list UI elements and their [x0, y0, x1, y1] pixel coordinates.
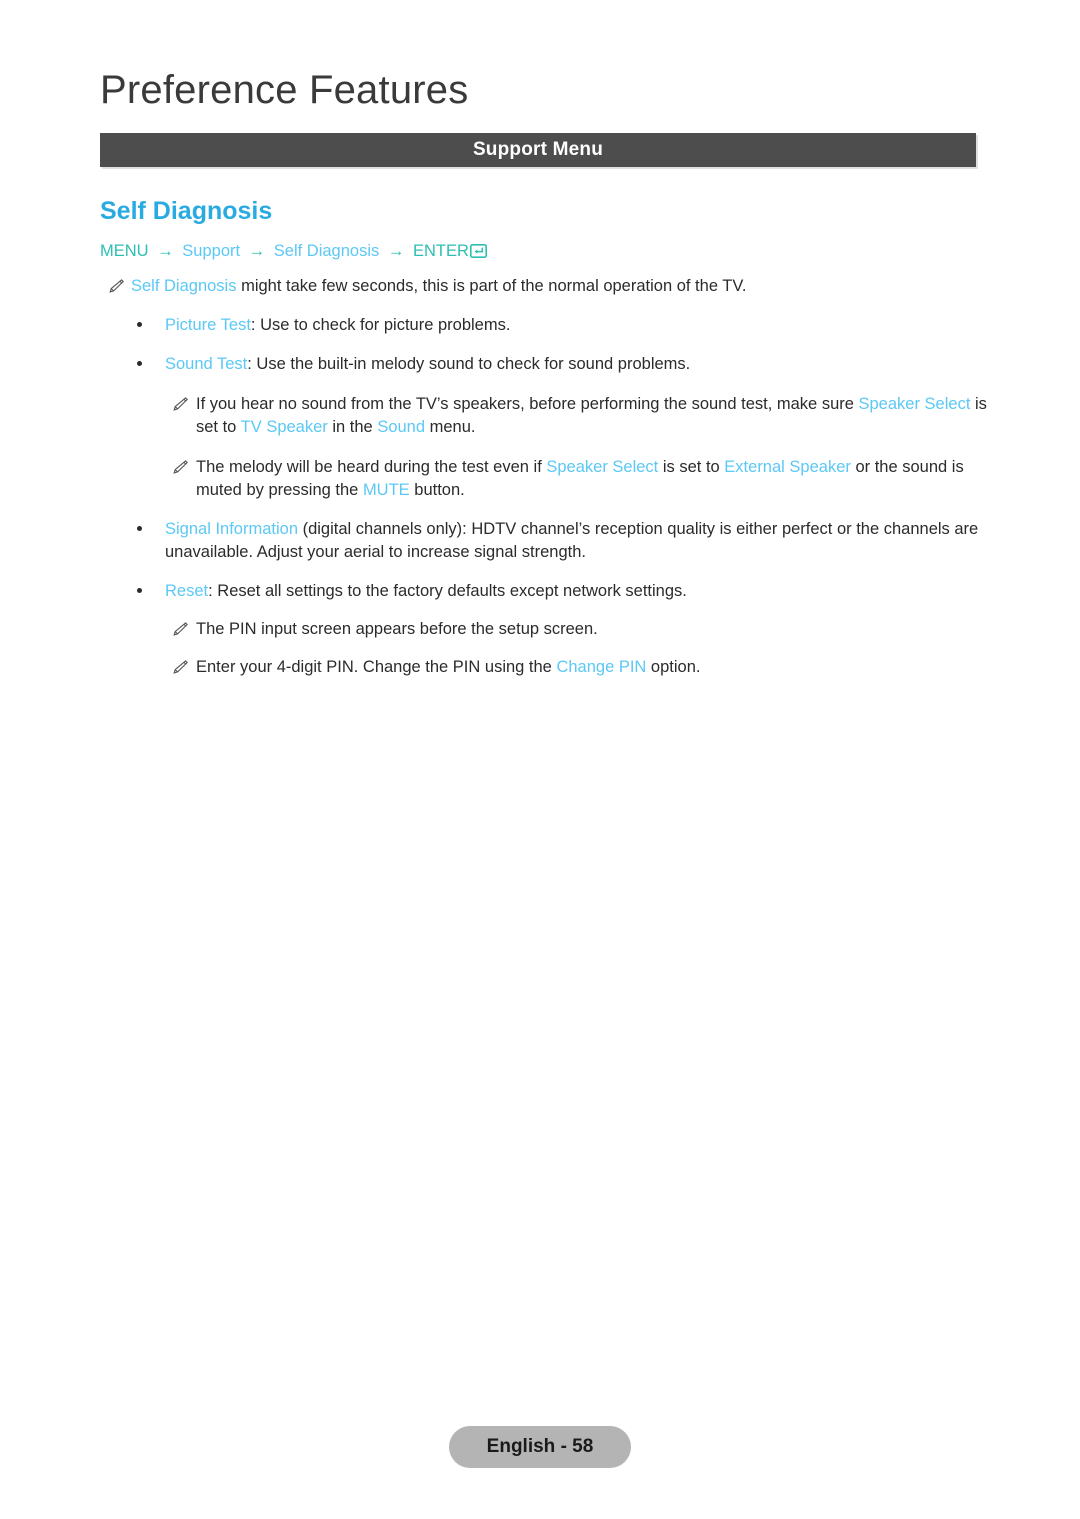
bullet-sound-test-text: : Use the built-in melody sound to check… — [247, 355, 691, 373]
note-part-2: option. — [646, 658, 701, 676]
note-part-4: button. — [409, 481, 465, 499]
menu-path-step-self-diagnosis: Self Diagnosis — [273, 242, 380, 260]
note-part-1: Enter your 4-digit PIN. Change the PIN u… — [196, 658, 557, 676]
pencil-note-icon — [172, 659, 189, 675]
note-part-1: The melody will be heard during the test… — [196, 458, 547, 476]
bullet-dot-icon — [137, 361, 142, 366]
arrow-right-icon: → — [157, 242, 174, 260]
note-highlight-speaker-select: Speaker Select — [546, 458, 659, 476]
note-pin-change-text: Enter your 4-digit PIN. Change the PIN u… — [196, 656, 992, 679]
note-highlight-speaker-select: Speaker Select — [858, 395, 971, 413]
note-highlight-external-speaker: External Speaker — [724, 458, 851, 476]
note-part-3: in the — [327, 418, 378, 436]
arrow-right-icon: → — [387, 242, 405, 260]
topic-title: Self Diagnosis — [100, 197, 273, 225]
enter-return-icon — [469, 242, 487, 258]
note-part-2: is set to — [658, 458, 725, 476]
bullet-picture-test: Picture Test: Use to check for picture p… — [137, 314, 1010, 337]
note-intro-text: Self Diagnosis might take few seconds, t… — [131, 275, 981, 298]
bullet-dot-icon — [137, 322, 142, 327]
note-sound-melody-text: The melody will be heard during the test… — [196, 456, 992, 502]
pencil-note-icon — [172, 459, 189, 475]
note-pin-screen: The PIN input screen appears before the … — [172, 618, 992, 641]
note-sound-speaker-select: If you hear no sound from the TV’s speak… — [172, 393, 992, 439]
note-highlight-sound: Sound — [377, 418, 426, 436]
arrow-right-icon: → — [248, 242, 266, 260]
note-pin-change: Enter your 4-digit PIN. Change the PIN u… — [172, 656, 992, 679]
section-header-bar: Support Menu — [100, 133, 976, 167]
note-intro-highlight: Self Diagnosis — [131, 277, 237, 295]
bullet-sound-test: Sound Test: Use the built-in melody soun… — [137, 353, 1010, 376]
page-footer: English - 58 — [0, 1426, 1080, 1468]
pencil-note-icon — [172, 621, 189, 637]
note-highlight-mute: MUTE — [362, 481, 410, 499]
note-pin-screen-text: The PIN input screen appears before the … — [196, 620, 598, 638]
bullet-dot-icon — [137, 526, 142, 531]
note-part-1: If you hear no sound from the TV’s speak… — [196, 395, 859, 413]
menu-path-step-menu: MENU — [100, 242, 149, 260]
content-area: Self Diagnosis MENU → Support → Self Dia… — [0, 196, 1080, 679]
note-sound-melody: The melody will be heard during the test… — [172, 456, 992, 502]
note-intro-rest: might take few seconds, this is part of … — [236, 277, 747, 295]
note-part-4: menu. — [425, 418, 476, 436]
menu-path-step-enter: ENTER — [412, 242, 469, 260]
note-highlight-change-pin: Change PIN — [556, 658, 647, 676]
bullet-picture-test-text: : Use to check for picture problems. — [250, 316, 511, 334]
note-highlight-tv-speaker: TV Speaker — [240, 418, 328, 436]
menu-path: MENU → Support → Self Diagnosis → ENTER — [100, 240, 1080, 262]
pencil-note-icon — [172, 396, 189, 412]
bullet-reset-text: : Reset all settings to the factory defa… — [208, 582, 687, 600]
bullet-signal-information: Signal Information (digital channels onl… — [137, 518, 1010, 564]
bullet-signal-information-label: Signal Information — [165, 520, 298, 538]
bullet-dot-icon — [137, 588, 142, 593]
pencil-note-icon — [108, 278, 125, 294]
menu-path-step-support: Support — [182, 242, 241, 260]
section-header-label: Support Menu — [472, 139, 604, 160]
page-title: Preference Features — [100, 68, 469, 112]
page-number-badge: English - 58 — [448, 1426, 632, 1468]
manual-page: Preference Features Support Menu Self Di… — [0, 0, 1080, 1519]
note-sound-speaker-select-text: If you hear no sound from the TV’s speak… — [196, 393, 992, 439]
bullet-reset-label: Reset — [165, 582, 209, 600]
bullet-sound-test-label: Sound Test — [165, 355, 248, 373]
note-intro: Self Diagnosis might take few seconds, t… — [108, 275, 981, 298]
bullet-picture-test-label: Picture Test — [165, 316, 251, 334]
bullet-reset: Reset: Reset all settings to the factory… — [137, 580, 1010, 603]
